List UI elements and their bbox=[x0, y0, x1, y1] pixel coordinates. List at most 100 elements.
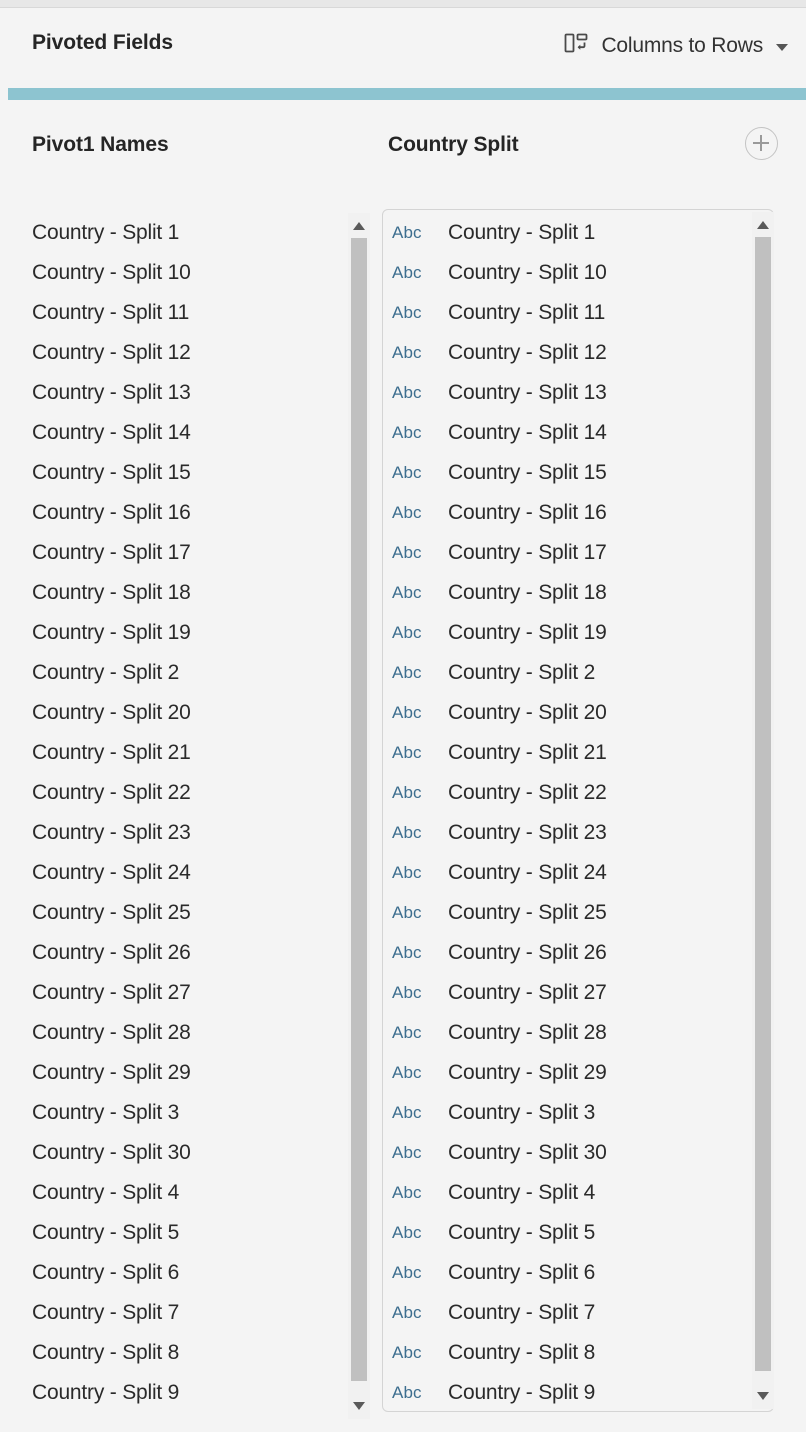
list-item[interactable]: Abc Country - Split 7 bbox=[383, 1293, 751, 1333]
list-item-label: Country - Split 8 bbox=[448, 1341, 596, 1364]
list-item[interactable]: Abc Country - Split 18 bbox=[383, 573, 751, 613]
list-item-label: Country - Split 14 bbox=[448, 421, 607, 444]
field-type-abc-icon: Abc bbox=[392, 263, 422, 282]
field-type-abc-icon: Abc bbox=[392, 1103, 422, 1122]
list-item[interactable]: Country - Split 30 bbox=[0, 1133, 350, 1173]
column-header-pivot-names: Pivot1 Names bbox=[32, 133, 169, 156]
list-item[interactable]: Abc Country - Split 13 bbox=[383, 373, 751, 413]
list-item[interactable]: Abc Country - Split 17 bbox=[383, 533, 751, 573]
list-item[interactable]: Abc Country - Split 2 bbox=[383, 653, 751, 693]
list-item[interactable]: Abc Country - Split 27 bbox=[383, 973, 751, 1013]
pivot-names-list[interactable]: Country - Split 1 Country - Split 10 Count… bbox=[0, 213, 350, 1418]
country-split-scrollbar[interactable] bbox=[752, 212, 774, 1409]
scroll-down-arrow-icon[interactable] bbox=[353, 1402, 365, 1410]
list-item[interactable]: Country - Split 2 bbox=[0, 653, 350, 693]
field-type-abc-icon: Abc bbox=[392, 583, 422, 602]
list-item[interactable]: Abc Country - Split 30 bbox=[383, 1133, 751, 1173]
list-item[interactable]: Abc Country - Split 25 bbox=[383, 893, 751, 933]
list-item[interactable]: Country - Split 10 bbox=[0, 253, 350, 293]
list-item-label: Country - Split 30 bbox=[448, 1141, 607, 1164]
list-item[interactable]: Country - Split 1 bbox=[0, 213, 350, 253]
list-item[interactable]: Country - Split 23 bbox=[0, 813, 350, 853]
list-item[interactable]: Country - Split 26 bbox=[0, 933, 350, 973]
field-type-abc-icon: Abc bbox=[392, 1263, 422, 1282]
list-item[interactable]: Abc Country - Split 24 bbox=[383, 853, 751, 893]
page-title: Pivoted Fields bbox=[32, 31, 173, 54]
list-item[interactable]: Country - Split 14 bbox=[0, 413, 350, 453]
list-item[interactable]: Country - Split 4 bbox=[0, 1173, 350, 1213]
list-item-label: Country - Split 18 bbox=[448, 581, 607, 604]
panel-header: Pivoted Fields Columns to Rows bbox=[0, 9, 806, 82]
list-item[interactable]: Abc Country - Split 12 bbox=[383, 333, 751, 373]
field-type-abc-icon: Abc bbox=[392, 1343, 422, 1362]
list-item[interactable]: Country - Split 11 bbox=[0, 293, 350, 333]
field-type-abc-icon: Abc bbox=[392, 983, 422, 1002]
scroll-up-arrow-icon[interactable] bbox=[353, 222, 365, 230]
list-item[interactable]: Abc Country - Split 16 bbox=[383, 493, 751, 533]
list-item[interactable]: Country - Split 17 bbox=[0, 533, 350, 573]
list-item[interactable]: Country - Split 18 bbox=[0, 573, 350, 613]
list-item[interactable]: Country - Split 20 bbox=[0, 693, 350, 733]
list-item[interactable]: Country - Split 24 bbox=[0, 853, 350, 893]
list-item[interactable]: Country - Split 25 bbox=[0, 893, 350, 933]
list-item[interactable]: Abc Country - Split 28 bbox=[383, 1013, 751, 1053]
list-item[interactable]: Country - Split 21 bbox=[0, 733, 350, 773]
list-item[interactable]: Abc Country - Split 3 bbox=[383, 1093, 751, 1133]
scrollbar-thumb[interactable] bbox=[755, 237, 771, 1371]
list-item-label: Country - Split 5 bbox=[448, 1221, 596, 1244]
list-item[interactable]: Abc Country - Split 4 bbox=[383, 1173, 751, 1213]
list-item[interactable]: Abc Country - Split 26 bbox=[383, 933, 751, 973]
list-item[interactable]: Country - Split 28 bbox=[0, 1013, 350, 1053]
list-item[interactable]: Country - Split 6 bbox=[0, 1253, 350, 1293]
list-item[interactable]: Abc Country - Split 8 bbox=[383, 1333, 751, 1373]
list-item[interactable]: Abc Country - Split 15 bbox=[383, 453, 751, 493]
chevron-down-icon[interactable] bbox=[776, 43, 788, 51]
list-item-label: Country - Split 24 bbox=[448, 861, 607, 884]
field-type-abc-icon: Abc bbox=[392, 1383, 422, 1402]
list-item[interactable]: Abc Country - Split 29 bbox=[383, 1053, 751, 1093]
list-item[interactable]: Abc Country - Split 23 bbox=[383, 813, 751, 853]
list-item[interactable]: Abc Country - Split 9 bbox=[383, 1373, 751, 1409]
list-item[interactable]: Country - Split 29 bbox=[0, 1053, 350, 1093]
list-item[interactable]: Country - Split 19 bbox=[0, 613, 350, 653]
pivot-names-scrollbar[interactable] bbox=[348, 213, 370, 1419]
list-item[interactable]: Country - Split 7 bbox=[0, 1293, 350, 1333]
field-type-abc-icon: Abc bbox=[392, 1303, 422, 1322]
country-split-list[interactable]: Abc Country - Split 1 Abc Country - Split 1… bbox=[383, 213, 751, 1409]
scroll-up-arrow-icon[interactable] bbox=[757, 221, 769, 229]
list-item[interactable]: Abc Country - Split 14 bbox=[383, 413, 751, 453]
scrollbar-thumb[interactable] bbox=[351, 238, 367, 1381]
list-item[interactable]: Abc Country - Split 11 bbox=[383, 293, 751, 333]
field-type-abc-icon: Abc bbox=[392, 1063, 422, 1082]
field-type-abc-icon: Abc bbox=[392, 543, 422, 562]
list-item[interactable]: Abc Country - Split 22 bbox=[383, 773, 751, 813]
scroll-down-arrow-icon[interactable] bbox=[757, 1392, 769, 1400]
list-item[interactable]: Country - Split 12 bbox=[0, 333, 350, 373]
list-item[interactable]: Abc Country - Split 6 bbox=[383, 1253, 751, 1293]
list-item[interactable]: Country - Split 9 bbox=[0, 1373, 350, 1413]
plus-circle-icon[interactable] bbox=[745, 127, 778, 160]
accent-divider bbox=[8, 88, 806, 100]
list-item[interactable]: Abc Country - Split 19 bbox=[383, 613, 751, 653]
field-type-abc-icon: Abc bbox=[392, 863, 422, 882]
list-item-label: Country - Split 12 bbox=[448, 341, 607, 364]
list-item[interactable]: Country - Split 3 bbox=[0, 1093, 350, 1133]
list-item[interactable]: Country - Split 16 bbox=[0, 493, 350, 533]
pivot-mode-dropdown[interactable]: Columns to Rows bbox=[562, 29, 788, 62]
list-item-label: Country - Split 11 bbox=[448, 301, 606, 324]
list-item[interactable]: Abc Country - Split 1 bbox=[383, 213, 751, 253]
list-item-label: Country - Split 28 bbox=[448, 1021, 607, 1044]
list-item-label: Country - Split 23 bbox=[448, 821, 607, 844]
list-item[interactable]: Abc Country - Split 5 bbox=[383, 1213, 751, 1253]
list-item[interactable]: Country - Split 13 bbox=[0, 373, 350, 413]
list-item[interactable]: Abc Country - Split 10 bbox=[383, 253, 751, 293]
list-item[interactable]: Country - Split 27 bbox=[0, 973, 350, 1013]
list-item[interactable]: Country - Split 8 bbox=[0, 1333, 350, 1373]
list-item[interactable]: Country - Split 15 bbox=[0, 453, 350, 493]
list-item[interactable]: Country - Split 22 bbox=[0, 773, 350, 813]
field-type-abc-icon: Abc bbox=[392, 783, 422, 802]
field-type-abc-icon: Abc bbox=[392, 623, 422, 642]
list-item[interactable]: Country - Split 5 bbox=[0, 1213, 350, 1253]
list-item[interactable]: Abc Country - Split 20 bbox=[383, 693, 751, 733]
list-item[interactable]: Abc Country - Split 21 bbox=[383, 733, 751, 773]
